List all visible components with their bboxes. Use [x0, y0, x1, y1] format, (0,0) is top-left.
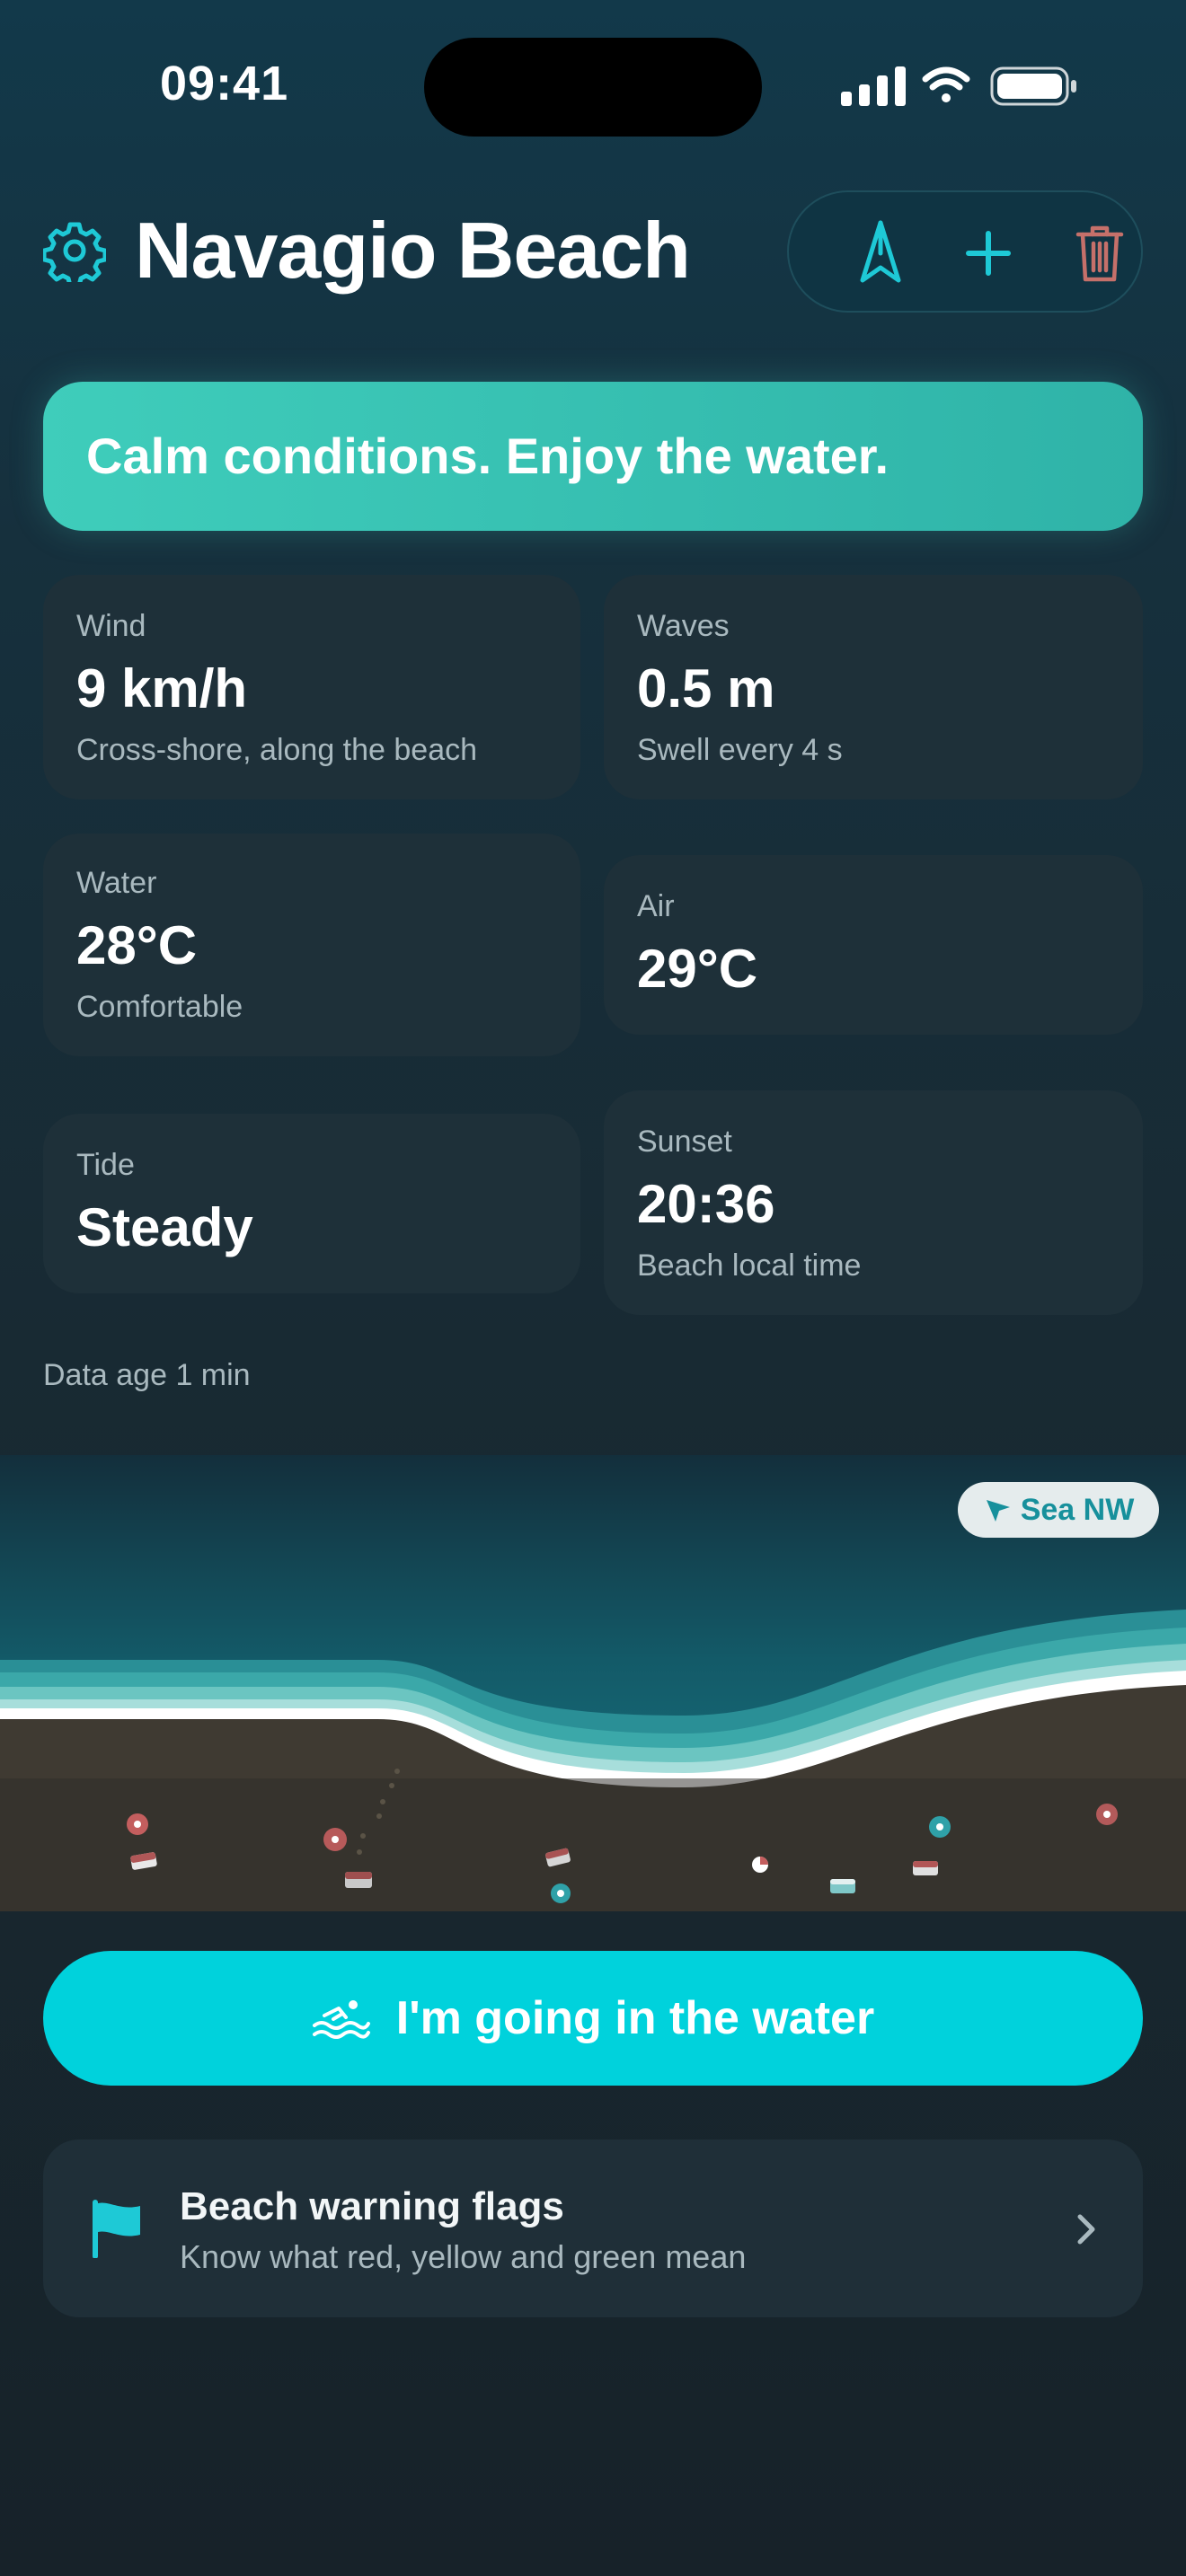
- navigation-arrow-icon: [860, 220, 901, 283]
- sunset-sub: Beach local time: [637, 1248, 862, 1283]
- beach-umbrella-5: [1096, 1804, 1118, 1825]
- sunset-card: Sunset 20:36 Beach local time: [604, 1090, 1143, 1315]
- conditions-banner: Calm conditions. Enjoy the water.: [43, 382, 1143, 531]
- flags-title: Beach warning flags: [180, 2184, 564, 2228]
- beach-ball: [752, 1857, 768, 1873]
- chevron-right-icon: [1077, 2214, 1095, 2245]
- battery-icon: [990, 66, 1076, 106]
- location-arrow-icon: [986, 1500, 1010, 1522]
- waves-card: Waves 0.5 m Swell every 4 s: [604, 575, 1143, 799]
- water-label: Water: [76, 866, 157, 900]
- wind-sub: Cross-shore, along the beach: [76, 733, 478, 767]
- waves-value: 0.5 m: [637, 658, 775, 719]
- waves-sub: Swell every 4 s: [637, 733, 843, 767]
- banner-text: Calm conditions. Enjoy the water.: [86, 428, 890, 484]
- wind-card: Wind 9 km/h Cross-shore, along the beach: [43, 575, 580, 799]
- air-card: Air 29°C: [604, 855, 1143, 1035]
- dynamic-island: [424, 38, 762, 137]
- wifi-icon: [922, 66, 970, 102]
- swimmer-icon: [312, 2000, 370, 2039]
- toolbar-pill: [787, 190, 1143, 313]
- wind-value: 9 km/h: [76, 658, 248, 719]
- beach-towel-2: [345, 1872, 372, 1888]
- sand-shadow: [0, 1778, 1186, 1911]
- flag-icon: [93, 2200, 140, 2258]
- signal-icon: [841, 66, 906, 106]
- page-title: Navagio Beach: [135, 206, 691, 295]
- tide-label: Tide: [76, 1148, 135, 1182]
- beach-warning-flags-row[interactable]: Beach warning flags Know what red, yello…: [43, 2139, 1143, 2317]
- status-time: 09:41: [160, 57, 289, 110]
- tide-card: Tide Steady: [43, 1114, 580, 1293]
- water-value: 28°C: [76, 915, 198, 975]
- trash-icon: [1075, 225, 1124, 282]
- status-bar: 09:41: [0, 0, 1186, 171]
- sunset-value: 20:36: [637, 1174, 775, 1234]
- going-in-water-button[interactable]: I'm going in the water: [43, 1951, 1143, 2086]
- air-label: Air: [637, 889, 675, 923]
- sunset-label: Sunset: [637, 1125, 732, 1159]
- gear-icon[interactable]: [43, 219, 106, 282]
- beach-umbrella-1: [127, 1813, 148, 1835]
- air-value: 29°C: [637, 939, 758, 999]
- sea-direction-label: Sea NW: [1020, 1492, 1135, 1527]
- water-card: Water 28°C Comfortable: [43, 834, 580, 1056]
- beach-umbrella-2: [323, 1828, 347, 1851]
- water-sub: Comfortable: [76, 990, 243, 1024]
- waves-label: Waves: [637, 609, 730, 643]
- flags-subtitle: Know what red, yellow and green mean: [180, 2238, 747, 2275]
- delete-button[interactable]: [1057, 210, 1143, 296]
- beach-towel-5: [913, 1861, 938, 1875]
- beach-umbrella-3: [551, 1883, 571, 1903]
- add-button[interactable]: [945, 210, 1031, 296]
- navigate-button[interactable]: [837, 210, 924, 296]
- plus-icon: [966, 231, 1011, 276]
- beach-umbrella-4: [929, 1816, 951, 1838]
- cta-label: I'm going in the water: [395, 1992, 875, 2044]
- data-age: Data age 1 min: [43, 1358, 251, 1392]
- tide-value: Steady: [76, 1197, 253, 1257]
- sea-direction-badge: Sea NW: [958, 1482, 1159, 1538]
- header: Navagio Beach: [0, 180, 1186, 323]
- beach-towel-4: [830, 1879, 855, 1893]
- status-icons: [841, 66, 1076, 106]
- wind-label: Wind: [76, 609, 146, 643]
